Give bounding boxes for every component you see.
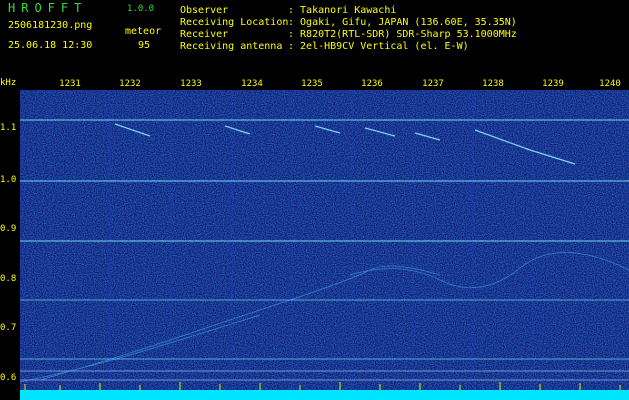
x-tick-1235: 1235 bbox=[301, 79, 323, 89]
y-axis-unit: kHz bbox=[0, 78, 17, 88]
x-axis: 1231 1232 1233 1234 1235 1236 1237 1238 … bbox=[20, 78, 629, 90]
x-tick-1232: 1232 bbox=[119, 79, 141, 89]
antenna-value: : 2el-HB9CV Vertical (el. E-W) bbox=[288, 41, 469, 52]
antenna-label: Receiving antenna bbox=[180, 41, 283, 52]
header-panel: HROFFT 1.0.0 2506181230.png meteor 25.06… bbox=[0, 0, 629, 78]
mode-label: meteor bbox=[125, 26, 162, 37]
receiver-value: : R820T2(RTL-SDR) SDR-Sharp 53.1000MHz bbox=[288, 29, 517, 40]
file-name: 2506181230.png bbox=[8, 20, 93, 31]
app-logo: HROFFT bbox=[8, 1, 88, 15]
spectrum-footer bbox=[20, 390, 629, 400]
y-tick-0-6: 0.6 bbox=[0, 373, 17, 383]
spectrogram bbox=[20, 90, 629, 400]
x-tick-1231: 1231 bbox=[59, 79, 81, 89]
y-tick-1-0: 1.0 bbox=[0, 175, 17, 185]
x-tick-1234: 1234 bbox=[241, 79, 263, 89]
location-label: Receiving Location bbox=[180, 17, 289, 28]
x-tick-1236: 1236 bbox=[361, 79, 383, 89]
x-tick-1237: 1237 bbox=[422, 79, 444, 89]
x-tick-1233: 1233 bbox=[180, 79, 202, 89]
app-version: 1.0.0 bbox=[127, 4, 155, 14]
x-tick-1238: 1238 bbox=[482, 79, 504, 89]
meteor-count: 95 bbox=[138, 40, 151, 51]
x-tick-1239: 1239 bbox=[542, 79, 564, 89]
y-tick-0-9: 0.9 bbox=[0, 224, 17, 234]
date-time: 25.06.18 12:30 bbox=[8, 40, 93, 51]
receiver-label: Receiver bbox=[180, 29, 229, 40]
location-value: : Ogaki, Gifu, JAPAN (136.60E, 35.35N) bbox=[288, 17, 517, 28]
y-tick-0-7: 0.7 bbox=[0, 323, 17, 333]
observer-value: : Takanori Kawachi bbox=[288, 5, 397, 16]
y-tick-0-8: 0.8 bbox=[0, 274, 17, 284]
y-axis: kHz 1.1 1.0 0.9 0.8 0.7 0.6 bbox=[0, 78, 20, 400]
y-tick-1-1: 1.1 bbox=[0, 123, 17, 133]
observer-label: Observer bbox=[180, 5, 229, 16]
spectrogram-noise bbox=[20, 90, 629, 400]
x-tick-1240: 1240 bbox=[599, 79, 621, 89]
